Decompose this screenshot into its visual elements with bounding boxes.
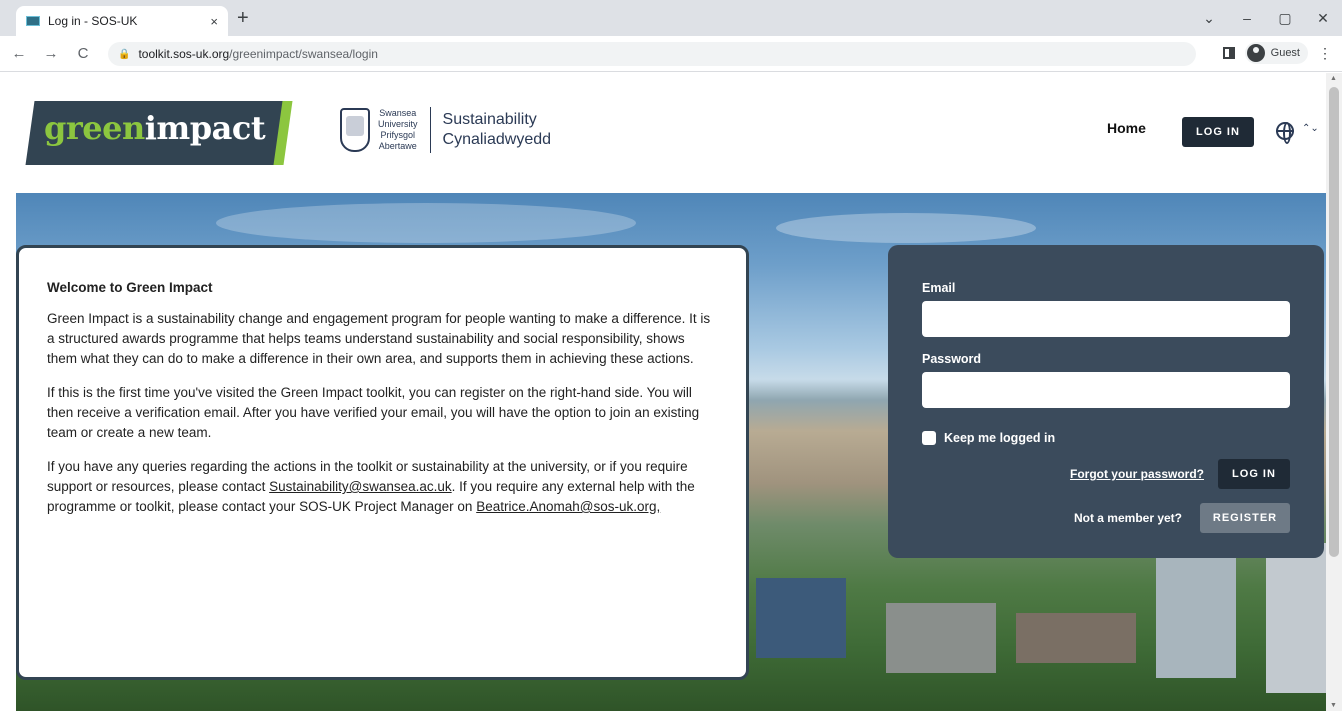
- tab-search-icon[interactable]: ⌄: [1190, 10, 1228, 27]
- window-controls: ⌄ – ▢ ✕: [1190, 0, 1342, 36]
- close-window-icon[interactable]: ✕: [1304, 10, 1342, 27]
- keep-logged-in-checkbox[interactable]: [922, 431, 936, 445]
- crest-icon: [340, 108, 370, 152]
- scroll-thumb[interactable]: [1329, 87, 1339, 557]
- login-actions-row: Forgot your password? LOG IN: [922, 459, 1290, 489]
- password-input[interactable]: [922, 372, 1290, 408]
- welcome-paragraph-3: If you have any queries regarding the ac…: [47, 459, 695, 514]
- forward-icon[interactable]: →: [38, 45, 64, 62]
- tab-close-icon[interactable]: ×: [210, 14, 218, 29]
- email-label: Email: [922, 281, 956, 295]
- back-icon[interactable]: ←: [6, 45, 32, 62]
- building: [1156, 558, 1236, 678]
- page-scrollbar[interactable]: ▲ ▼: [1326, 73, 1342, 711]
- restore-icon[interactable]: ▢: [1266, 10, 1304, 27]
- browser-tab[interactable]: Log in - SOS-UK ×: [16, 6, 228, 36]
- login-panel: Email Password Keep me logged in Forgot …: [888, 245, 1324, 558]
- nav-login-button[interactable]: LOG IN: [1182, 117, 1254, 147]
- keep-logged-in-row[interactable]: Keep me logged in: [922, 431, 1290, 445]
- logo-text: greenimpact: [44, 109, 266, 147]
- side-panel-icon[interactable]: [1222, 47, 1235, 59]
- reload-icon[interactable]: C: [70, 45, 96, 62]
- menu-icon[interactable]: ⋮: [1318, 45, 1332, 62]
- tab-title: Log in - SOS-UK: [48, 14, 138, 28]
- welcome-paragraph-1: Green Impact is a sustainability change …: [47, 311, 711, 366]
- green-impact-logo[interactable]: greenimpact: [25, 101, 293, 165]
- email-input[interactable]: [922, 301, 1290, 337]
- lock-icon[interactable]: 🔒: [118, 49, 130, 60]
- scroll-up-icon[interactable]: ▲: [1330, 75, 1337, 82]
- password-label: Password: [922, 352, 982, 366]
- welcome-paragraph-2: If this is the first time you've visited…: [47, 385, 700, 440]
- new-tab-icon[interactable]: +: [237, 8, 249, 28]
- browser-tab-strip: Log in - SOS-UK × + ⌄ – ▢ ✕: [0, 0, 1342, 36]
- minimize-icon[interactable]: –: [1228, 10, 1266, 26]
- register-button[interactable]: REGISTER: [1200, 503, 1290, 533]
- building: [1016, 613, 1136, 663]
- globe-icon[interactable]: [1276, 122, 1294, 144]
- sustainability-email-link[interactable]: Sustainability@swansea.ac.uk: [269, 479, 452, 494]
- favicon-icon: [26, 16, 40, 26]
- university-names: Swansea University Prifysgol Abertawe: [378, 108, 418, 151]
- login-button[interactable]: LOG IN: [1218, 459, 1290, 489]
- avatar-icon: [1246, 44, 1265, 62]
- department-name: Sustainability Cynaliadwyedd: [442, 111, 552, 148]
- forgot-password-link[interactable]: Forgot your password?: [1070, 467, 1204, 481]
- url-host: toolkit.sos-uk.org: [138, 47, 230, 61]
- scroll-down-icon[interactable]: ▼: [1330, 702, 1337, 709]
- browser-toolbar: ← → C 🔒 toolkit.sos-uk.org/greenimpact/s…: [0, 36, 1342, 72]
- swansea-logo[interactable]: Swansea University Prifysgol Abertawe Su…: [340, 107, 551, 153]
- keep-logged-in-label: Keep me logged in: [944, 431, 1056, 445]
- language-toggle-icon[interactable]: ⌃⌄: [1302, 123, 1319, 134]
- address-bar[interactable]: 🔒 toolkit.sos-uk.org/greenimpact/swansea…: [108, 42, 1196, 66]
- cloud: [216, 203, 636, 243]
- building: [1266, 543, 1326, 693]
- profile-label: Guest: [1270, 47, 1300, 59]
- cloud: [776, 213, 1036, 243]
- url-path: /greenimpact/swansea/login: [229, 47, 378, 61]
- not-member-text: Not a member yet?: [1073, 511, 1182, 525]
- nav-home-link[interactable]: Home: [1107, 120, 1146, 136]
- welcome-heading: Welcome to Green Impact: [47, 280, 213, 295]
- building: [756, 578, 846, 658]
- register-row: Not a member yet? REGISTER: [922, 503, 1290, 533]
- project-manager-email-link[interactable]: Beatrice.Anomah@sos-uk.org,: [476, 499, 660, 514]
- toolbar-right: Guest ⋮: [1222, 42, 1332, 64]
- logo-divider: [429, 107, 431, 153]
- profile-button[interactable]: Guest: [1244, 42, 1308, 64]
- site-header: greenimpact Swansea University Prifysgol…: [0, 73, 1326, 193]
- building: [886, 603, 996, 673]
- welcome-card: Welcome to Green Impact Green Impact is …: [16, 245, 749, 680]
